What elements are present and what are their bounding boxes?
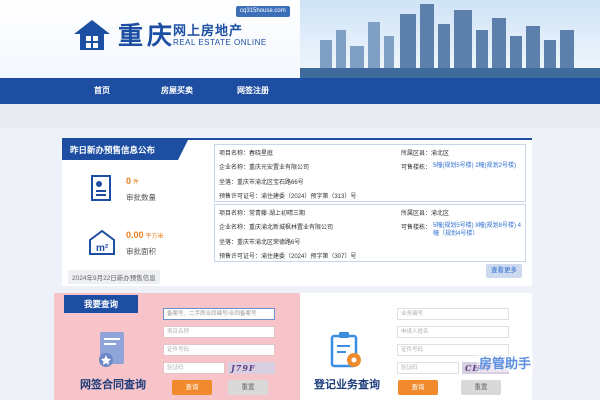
nav-spacer xyxy=(0,104,600,128)
approval-area-label: 审批面积 xyxy=(126,247,156,256)
presale-panel: 昨日新办预售信息公布 0件 审批数量 m² 0.00 平方米 审批面积 2024年… xyxy=(62,138,532,286)
logo-subtitle-cn: 网上房地产 xyxy=(173,23,244,38)
area-icon: m² xyxy=(89,229,115,255)
registration-submit-button[interactable]: 查询 xyxy=(398,380,438,395)
logo-subtitle-en: REAL ESTATE ONLINE xyxy=(173,38,267,47)
registration-captcha-input[interactable]: 验证码 xyxy=(397,362,459,374)
nav-home[interactable]: 首页 xyxy=(80,78,124,104)
contract-captcha-input[interactable]: 验证码 xyxy=(163,362,225,374)
card-company: 企业名称：重庆渝北新城枫林置业有限公司 xyxy=(219,225,334,231)
card-project: 项目名称：常青藤·湖上初晴三期 xyxy=(219,211,305,217)
card-permit: 预售许可证号：渝住建委（2024）预字第（307）号 xyxy=(219,254,357,260)
registration-name-input[interactable]: 申请人姓名 xyxy=(397,326,509,338)
domain-tag[interactable]: cq315house.com xyxy=(236,6,290,17)
registration-reset-button[interactable]: 重置 xyxy=(461,380,501,395)
presale-card-1[interactable]: 项目名称：春晓星庭 所属区县：渝北区 企业名称：重庆光安置业有限公司 可售楼栋：… xyxy=(214,144,526,202)
card-address: 坐落：重庆市渝北区荣德路6号 xyxy=(219,240,301,246)
nav-contract-register[interactable]: 网签注册 xyxy=(228,78,278,104)
query-title: 我要查询 xyxy=(64,295,138,313)
contract-query-label: 网签合同查询 xyxy=(80,379,146,391)
view-more-button[interactable]: 查看更多 xyxy=(486,264,522,278)
card-address: 坐落：重庆市渝北区宝石路66号 xyxy=(219,180,304,186)
contract-captcha-image[interactable]: J79F xyxy=(228,362,275,374)
card-project: 项目名称：春晓星庭 xyxy=(219,151,274,157)
document-icon xyxy=(91,175,111,201)
presale-title: 昨日新办预售信息公布 xyxy=(62,140,188,160)
card-saleable-link[interactable]: 5幢(规划5号楼) 2幢(规划2号楼) xyxy=(433,162,525,170)
card-region: 所属区县：渝北区 xyxy=(401,211,450,217)
contract-project-input[interactable]: 项目名称 xyxy=(163,326,275,338)
approval-count: 0件 xyxy=(126,176,140,186)
contract-reset-button[interactable]: 重置 xyxy=(228,380,268,395)
header-banner: cq315house.com 重庆 网上房地产 REAL ESTATE ONLI… xyxy=(0,0,600,78)
city-skyline-image xyxy=(300,0,600,78)
registration-business-input[interactable]: 业务编号 xyxy=(397,308,509,320)
clipboard-gear-icon xyxy=(330,332,361,368)
card-saleable-link[interactable]: 5幢(规划5号楼) 8幢(规划8号楼) 4幢（规划4号楼） xyxy=(433,222,525,238)
card-saleable-label: 可售楼栋： xyxy=(401,225,432,231)
presale-date-note: 2024年9月22日新办预售信息 xyxy=(68,270,160,284)
contract-id-input[interactable]: 证件号码 xyxy=(163,344,275,356)
page: cq315house.com 重庆 网上房地产 REAL ESTATE ONLI… xyxy=(0,0,600,400)
contract-submit-button[interactable]: 查询 xyxy=(172,380,212,395)
watermark-text: 房管助手 xyxy=(477,353,534,372)
approval-area: 0.00 平方米 xyxy=(126,230,164,240)
card-saleable-label: 可售楼栋： xyxy=(401,165,432,171)
main-nav: 首页 房屋买卖 网签注册 xyxy=(0,78,600,104)
card-region: 所属区县：渝北区 xyxy=(401,151,450,157)
registration-query-label: 登记业务查询 xyxy=(314,379,380,391)
logo-house-icon xyxy=(74,20,110,50)
card-permit: 预售许可证号：渝住建委（2024）预字第（313）号 xyxy=(219,194,357,200)
card-company: 企业名称：重庆光安置业有限公司 xyxy=(219,165,310,171)
nav-housing-trade[interactable]: 房屋买卖 xyxy=(152,78,202,104)
approval-count-label: 审批数量 xyxy=(126,193,156,202)
presale-card-2[interactable]: 项目名称：常青藤·湖上初晴三期 所属区县：渝北区 企业名称：重庆渝北新城枫林置业… xyxy=(214,204,526,262)
contract-number-input[interactable]: 备案号、二手房合同编号/合同备案号 xyxy=(163,308,275,320)
svg-text:m²: m² xyxy=(96,243,109,254)
contract-document-icon xyxy=(99,332,124,367)
logo-text: 重庆 xyxy=(118,21,177,50)
